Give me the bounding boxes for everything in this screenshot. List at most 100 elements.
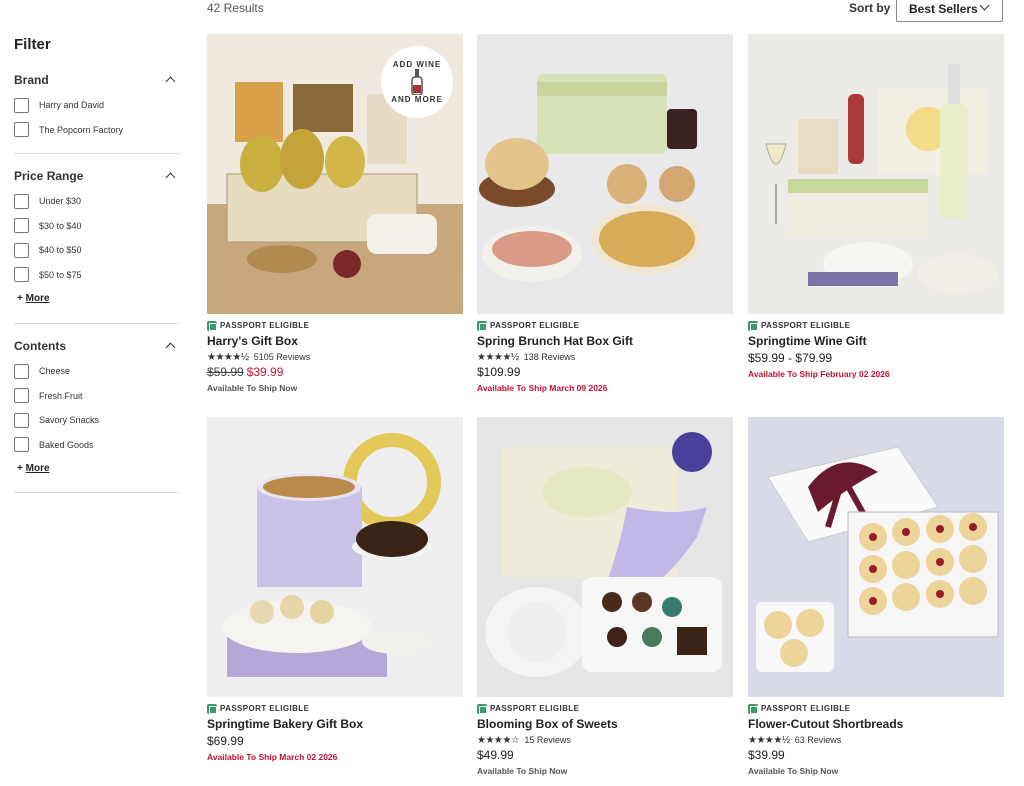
product-image[interactable] <box>748 417 1004 697</box>
product-card[interactable]: PASSPORT ELIGIBLE Springtime Bakery Gift… <box>207 417 463 764</box>
star-rating-icon: ★★★★½ <box>748 734 790 746</box>
filter-group-header[interactable]: Contents <box>14 338 180 354</box>
passport-label: PASSPORT ELIGIBLE <box>490 321 580 330</box>
more-link[interactable]: + More <box>14 293 180 304</box>
sweets-box-photo <box>477 417 733 697</box>
product-price: $39.99 <box>748 748 785 762</box>
product-name[interactable]: Spring Brunch Hat Box Gift <box>477 334 733 350</box>
filter-option-label: $40 to $50 <box>39 245 82 256</box>
product-rating: ★★★★½ 138 Reviews <box>477 350 733 364</box>
filter-option[interactable]: Baked Goods <box>14 433 180 458</box>
filter-group-header[interactable]: Price Range <box>14 168 180 184</box>
checkbox[interactable] <box>14 218 29 234</box>
more-link[interactable]: + More <box>14 463 180 474</box>
wine-bottle-icon <box>411 69 423 95</box>
product-card[interactable]: ADD WINE AND MORE PASSPORT ELIGIBLE Harr… <box>207 34 463 395</box>
passport-icon <box>477 703 487 714</box>
badge-text-top: ADD WINE <box>392 60 442 69</box>
product-name[interactable]: Blooming Box of Sweets <box>477 717 733 733</box>
filter-option-label: Fresh Fruit <box>39 390 83 401</box>
filter-title: Filter <box>14 36 51 53</box>
product-image[interactable] <box>207 417 463 697</box>
checkbox[interactable] <box>14 122 29 138</box>
product-card[interactable]: PASSPORT ELIGIBLE Flower-Cutout Shortbre… <box>748 417 1004 778</box>
filter-group-contents: Contents Cheese Fresh Fruit Savory Snack… <box>14 324 180 493</box>
checkbox[interactable] <box>14 388 29 404</box>
checkbox[interactable] <box>14 193 29 209</box>
star-rating-icon: ★★★★½ <box>207 351 249 363</box>
passport-label: PASSPORT ELIGIBLE <box>761 704 851 713</box>
chevron-up-icon[interactable] <box>165 342 176 353</box>
filter-group-brand: Brand Harry and David The Popcorn Factor… <box>14 58 180 154</box>
filter-option-label: Under $30 <box>39 196 82 207</box>
filter-option-label: $50 to $75 <box>39 269 82 280</box>
checkbox[interactable] <box>14 267 29 283</box>
product-image[interactable] <box>748 34 1004 314</box>
checkbox[interactable] <box>14 363 29 379</box>
wine-gift-photo <box>748 34 1004 314</box>
star-rating-icon: ★★★★½ <box>477 351 519 363</box>
sort-selected-value: Best Sellers <box>909 2 978 16</box>
passport-eligible-badge: PASSPORT ELIGIBLE <box>477 320 733 331</box>
more-link-label[interactable]: More <box>26 463 50 474</box>
filter-option[interactable]: Fresh Fruit <box>14 384 180 409</box>
product-rating: ★★★★½ 63 Reviews <box>748 733 1004 747</box>
review-count[interactable]: 5105 Reviews <box>254 352 311 362</box>
review-count[interactable]: 63 Reviews <box>795 735 842 745</box>
checkbox[interactable] <box>14 242 29 258</box>
filter-option[interactable]: $30 to $40 <box>14 214 180 239</box>
ship-status: Available To Ship Now <box>477 766 568 776</box>
star-rating-icon: ★★★★☆ <box>477 734 520 746</box>
sort-dropdown[interactable]: Best Sellers <box>896 0 1003 22</box>
product-card[interactable]: PASSPORT ELIGIBLE Blooming Box of Sweets… <box>477 417 733 778</box>
chevron-up-icon[interactable] <box>165 76 176 87</box>
filter-option[interactable]: The Popcorn Factory <box>14 118 180 143</box>
passport-icon <box>207 320 217 331</box>
filter-group-header[interactable]: Brand <box>14 72 180 88</box>
ship-status: Available To Ship Now <box>207 383 298 393</box>
checkbox[interactable] <box>14 412 29 428</box>
shortbread-box-photo <box>748 417 1004 697</box>
review-count[interactable]: 138 Reviews <box>524 352 576 362</box>
filter-option[interactable]: $50 to $75 <box>14 263 180 288</box>
filter-group-title: Price Range <box>14 169 84 183</box>
filter-option-label: Harry and David <box>39 100 105 111</box>
checkbox[interactable] <box>14 437 29 453</box>
results-count: 42 Results <box>207 1 264 15</box>
filter-option-label: Cheese <box>39 366 71 377</box>
filter-group-title: Brand <box>14 73 49 87</box>
product-image[interactable] <box>477 417 733 697</box>
product-name[interactable]: Flower-Cutout Shortbreads <box>748 717 1004 733</box>
chevron-down-icon <box>979 0 990 11</box>
original-price: $59.99 <box>207 365 244 379</box>
more-link-label[interactable]: More <box>26 293 50 304</box>
product-image[interactable]: ADD WINE AND MORE <box>207 34 463 314</box>
filter-option[interactable]: $40 to $50 <box>14 238 180 263</box>
product-card[interactable]: PASSPORT ELIGIBLE Spring Brunch Hat Box … <box>477 34 733 395</box>
passport-label: PASSPORT ELIGIBLE <box>490 704 580 713</box>
filter-option[interactable]: Cheese <box>14 359 180 384</box>
chevron-up-icon[interactable] <box>165 172 176 183</box>
filter-option-label: $30 to $40 <box>39 220 82 231</box>
filter-group-title: Contents <box>14 339 66 353</box>
product-name[interactable]: Springtime Wine Gift <box>748 334 1004 350</box>
product-card[interactable]: PASSPORT ELIGIBLE Springtime Wine Gift $… <box>748 34 1004 381</box>
filter-option[interactable]: Harry and David <box>14 93 180 118</box>
product-price: $49.99 <box>477 748 514 762</box>
passport-icon <box>207 703 217 714</box>
passport-eligible-badge: PASSPORT ELIGIBLE <box>207 703 463 714</box>
product-name[interactable]: Springtime Bakery Gift Box <box>207 717 463 733</box>
filter-option[interactable]: Savory Snacks <box>14 408 180 433</box>
product-rating: ★★★★½ 5105 Reviews <box>207 350 463 364</box>
review-count[interactable]: 15 Reviews <box>524 735 571 745</box>
bakery-box-photo <box>207 417 463 697</box>
ship-status: Available To Ship Now <box>748 766 839 776</box>
product-name[interactable]: Harry's Gift Box <box>207 334 463 350</box>
checkbox[interactable] <box>14 97 29 113</box>
product-image[interactable] <box>477 34 733 314</box>
add-wine-badge[interactable]: ADD WINE AND MORE <box>381 46 453 118</box>
filter-option[interactable]: Under $30 <box>14 189 180 214</box>
filter-group-price-range: Price Range Under $30 $30 to $40 $40 to … <box>14 154 180 324</box>
passport-icon <box>748 320 758 331</box>
product-rating: ★★★★☆ 15 Reviews <box>477 733 733 747</box>
